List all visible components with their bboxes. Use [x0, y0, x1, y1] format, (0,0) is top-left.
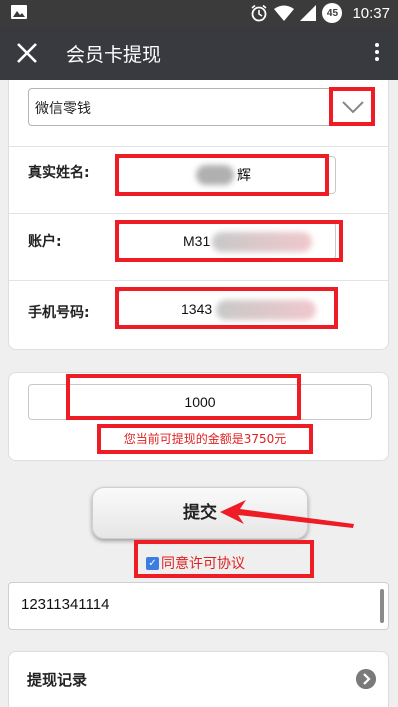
divider: [9, 146, 388, 147]
textarea-scroll-handle[interactable]: [380, 589, 384, 623]
phone-label: 手机号码:: [28, 305, 90, 321]
annotation-arrow: [220, 500, 354, 528]
close-icon[interactable]: [12, 38, 42, 68]
name-value: 辉: [237, 167, 251, 183]
remark-textarea[interactable]: 12311341114: [8, 582, 389, 630]
wifi-icon: [274, 5, 295, 21]
agree-label: 同意许可协议: [161, 556, 245, 572]
blurred-name: [196, 165, 234, 185]
withdraw-record-link[interactable]: 提现记录: [8, 651, 389, 707]
blurred-phone: [216, 300, 316, 320]
divider: [9, 213, 388, 214]
alarm-icon: [251, 4, 267, 22]
account-label: 账户:: [28, 234, 62, 250]
agree-row[interactable]: ✓ 同意许可协议: [146, 553, 245, 573]
image-icon: [11, 5, 27, 19]
more-vertical-icon[interactable]: [370, 40, 384, 66]
name-label: 真实姓名:: [28, 165, 90, 181]
blurred-account: [212, 232, 312, 252]
agree-checkbox[interactable]: ✓: [146, 556, 159, 570]
withdraw-method-select[interactable]: 微信零钱: [28, 88, 373, 126]
status-bar: 45 10:37: [0, 0, 398, 26]
phone-value: 1343: [181, 301, 213, 317]
signal-icon: [300, 5, 317, 21]
status-time: 10:37: [352, 4, 390, 22]
page-title: 会员卡提现: [66, 44, 162, 66]
chevron-down-icon[interactable]: [340, 97, 366, 117]
withdraw-method-value: 微信零钱: [35, 101, 91, 117]
account-value: M31: [183, 233, 211, 249]
amount-input[interactable]: 1000: [28, 384, 372, 420]
withdraw-record-label: 提现记录: [27, 671, 88, 689]
battery-icon: 45: [322, 3, 343, 23]
available-amount-hint: 您当前可提现的金额是3750元: [123, 432, 287, 446]
remark-value: 12311341114: [21, 596, 110, 613]
battery-level: 45: [326, 7, 339, 19]
app-bar: 会员卡提现: [0, 26, 398, 80]
divider: [9, 280, 388, 281]
chevron-right-circle-icon[interactable]: [356, 669, 376, 689]
status-icons: 45 10:37: [250, 3, 390, 23]
